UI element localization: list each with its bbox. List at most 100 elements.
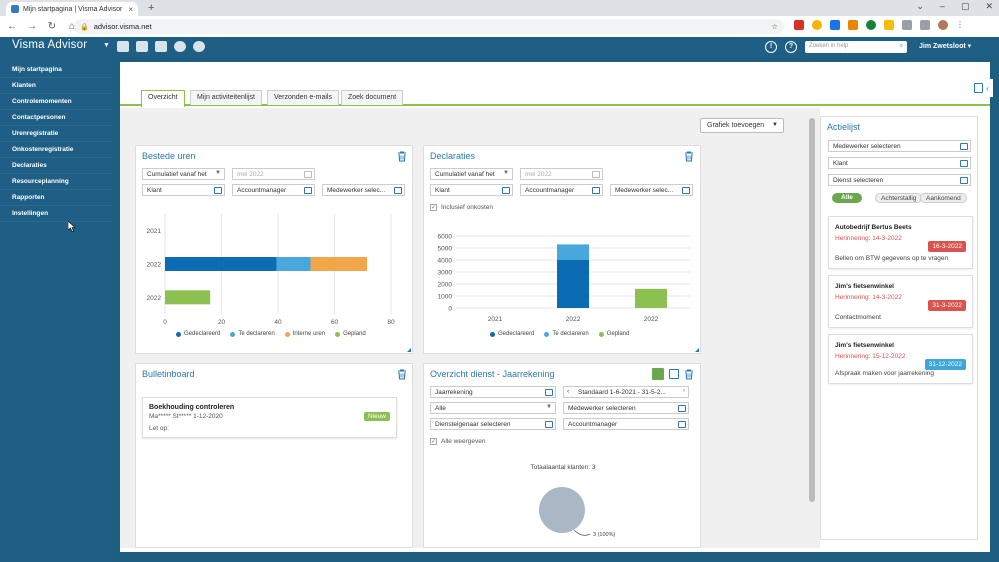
task-item[interactable]: Jim's fietsenwinkel Herinnering: 15-12-2… xyxy=(828,334,973,384)
close-window-icon[interactable]: ✕ xyxy=(985,1,993,12)
app-brand[interactable]: Visma Advisor xyxy=(12,39,87,51)
side-panel-toggle[interactable]: ‹ xyxy=(970,79,993,97)
bestede-uren-accountmanager-select[interactable]: Accountmanager xyxy=(232,184,315,196)
help-search-input[interactable]: Zoeken in help ⌕ xyxy=(805,41,907,53)
bestede-uren-period-select[interactable]: Cumulatief vanaf het ▼ xyxy=(142,168,225,180)
next-period-icon[interactable]: › xyxy=(683,388,685,394)
chrome-extension-icon[interactable] xyxy=(812,20,822,30)
trash-icon[interactable] xyxy=(684,151,694,162)
address-bar[interactable]: 🔒 advisor.visma.net ☆ xyxy=(74,19,784,34)
declaraties-date-input[interactable]: mei 2022 xyxy=(520,168,603,180)
sidebar-item-rapporten[interactable]: Rapporten xyxy=(0,190,112,206)
maximize-icon[interactable]: ▢ xyxy=(961,1,970,12)
brand-dropdown-icon[interactable]: ▼ xyxy=(103,42,110,49)
bestede-uren-klant-select[interactable]: Klant xyxy=(142,184,225,196)
task-item[interactable]: Jim's fietsenwinkel Herinnering: 14-3-20… xyxy=(828,275,973,328)
checkbox-box[interactable]: ✓ xyxy=(430,204,437,211)
declaraties-medewerker-select[interactable]: Medewerker selec... xyxy=(610,184,693,196)
sidebar-item-instellingen[interactable]: Instellingen xyxy=(0,206,112,222)
clock-icon[interactable] xyxy=(174,41,186,52)
sidebar-item-onkostenregistratie[interactable]: Onkostenregistratie xyxy=(0,142,112,158)
forward-icon[interactable]: → xyxy=(24,21,40,32)
sidebar-item-klanten[interactable]: Klanten xyxy=(0,78,112,94)
table-view-icon[interactable] xyxy=(669,369,679,379)
alert-icon[interactable]: ! xyxy=(765,41,777,53)
bulletin-item-body: Let op: xyxy=(149,425,169,432)
bar-chart-icon[interactable] xyxy=(652,368,664,380)
task-date-badge: 31-3-2022 xyxy=(928,300,966,311)
dienst-accountmanager-select[interactable]: Accountmanager xyxy=(563,418,689,430)
puzzle-icon[interactable] xyxy=(902,20,912,30)
sidepanel-icon[interactable] xyxy=(920,20,930,30)
inclusief-onkosten-checkbox[interactable]: ✓ Inclusief onkosten xyxy=(430,204,493,211)
chevron-down-icon[interactable]: ⌄ xyxy=(916,1,924,12)
mail-icon[interactable] xyxy=(117,41,129,52)
bookmark-star-icon[interactable]: ☆ xyxy=(771,22,778,31)
dienst-select[interactable]: Jaarrekening xyxy=(430,386,556,398)
vpn-extension-icon[interactable] xyxy=(830,20,840,30)
sidebar-item-declaraties[interactable]: Declaraties xyxy=(0,158,112,174)
resize-handle-icon[interactable] xyxy=(407,348,411,352)
trash-icon[interactable] xyxy=(684,369,694,380)
sidebar-item-urenregistratie[interactable]: Urenregistratie xyxy=(0,126,112,142)
document-icon[interactable] xyxy=(155,41,167,52)
visma-favicon-icon xyxy=(11,5,19,13)
prev-period-icon[interactable]: ‹ xyxy=(567,388,569,395)
bulletin-item[interactable]: Boekhouding controleren Ma***** St***** … xyxy=(142,397,397,438)
tab-overzicht[interactable]: Overzicht xyxy=(141,90,185,107)
lookup-icon xyxy=(960,177,968,184)
drive-extension-icon[interactable] xyxy=(884,20,894,30)
sidebar-item-resourceplanning[interactable]: Resourceplanning xyxy=(0,174,112,190)
sidebar-item-mijn-startpagina[interactable]: Mijn startpagina xyxy=(0,62,112,78)
tab-zoek-document[interactable]: Zoek document xyxy=(341,90,404,105)
help-icon[interactable]: ? xyxy=(785,41,797,53)
bestede-uren-medewerker-select[interactable]: Medewerker selec... xyxy=(322,184,405,196)
task-reminder: Herinnering: 15-12-2022 xyxy=(835,353,906,360)
sidebar-item-contactpersonen[interactable]: Contactpersonen xyxy=(0,110,112,126)
minimize-icon[interactable]: – xyxy=(940,1,945,12)
user-menu[interactable]: Jim Zwetsloot ▾ xyxy=(919,42,971,50)
filter-achterstallig[interactable]: Achterstallig xyxy=(875,193,923,203)
close-tab-icon[interactable]: × xyxy=(128,5,133,14)
checkbox-box[interactable]: ✓ xyxy=(430,438,437,445)
profile-avatar[interactable] xyxy=(938,20,948,30)
alle-weergeven-checkbox[interactable]: ✓ Alle weergeven xyxy=(430,438,485,445)
color-extension-icon[interactable] xyxy=(848,20,858,30)
search-icon[interactable]: ⌕ xyxy=(900,43,903,51)
declaraties-period-select[interactable]: Cumulatief vanaf het ▼ xyxy=(430,168,513,180)
grafiek-toevoegen-button[interactable]: Grafiek toevoegen ▼ xyxy=(700,118,784,133)
dienst-medewerker-label: Medewerker selecteren xyxy=(568,405,636,412)
chat-icon[interactable] xyxy=(136,41,148,52)
reload-icon[interactable]: ↻ xyxy=(44,21,60,32)
resize-handle-icon[interactable] xyxy=(695,348,699,352)
task-item[interactable]: Autobedrijf Bertus Beets Herinnering: 14… xyxy=(828,216,973,269)
sidebar-item-controlemomenten[interactable]: Controlemomenten xyxy=(0,94,112,110)
play-icon[interactable] xyxy=(193,41,205,52)
browser-tab[interactable]: Mijn startpagina | Visma Advisor × xyxy=(6,2,138,16)
more-menu-icon[interactable]: ⋮ xyxy=(956,20,966,30)
dashboard-scrollbar[interactable] xyxy=(809,118,815,502)
diensteigenaar-select[interactable]: Diensteigenaar selecteren xyxy=(430,418,556,430)
periode-select[interactable]: ‹ Standaard 1-6-2021 - 31-5-2... › xyxy=(563,386,689,398)
dienst-medewerker-select[interactable]: Medewerker selecteren xyxy=(563,402,689,414)
actielijst-klant-select[interactable]: Klant xyxy=(828,157,971,169)
legend-dot-icon xyxy=(176,331,181,337)
bestede-uren-date-input[interactable]: mei 2022 xyxy=(232,168,315,180)
actielijst-medewerker-select[interactable]: Medewerker selecteren xyxy=(828,140,971,152)
trash-icon[interactable] xyxy=(397,369,407,380)
tab-mijn-activiteitenlijst[interactable]: Mijn activiteitenlijst xyxy=(190,90,262,105)
green-extension-icon[interactable] xyxy=(866,20,876,30)
status-select[interactable]: Alle ▼ xyxy=(430,402,556,414)
trash-icon[interactable] xyxy=(397,151,407,162)
bestede-uren-chart: 0 20 40 60 80 2021 2022 2022 xyxy=(147,214,395,326)
tab-verzonden-emails[interactable]: Verzonden e-mails xyxy=(267,90,339,105)
declaraties-klant-select[interactable]: Klant xyxy=(430,184,513,196)
back-icon[interactable]: ← xyxy=(4,21,20,32)
actielijst-dienst-select[interactable]: Dienst selecteren xyxy=(828,174,971,186)
gmail-extension-icon[interactable] xyxy=(794,20,804,30)
filter-alle[interactable]: Alle xyxy=(832,193,862,203)
declaraties-accountmanager-select[interactable]: Accountmanager xyxy=(520,184,603,196)
chevron-down-icon: ▼ xyxy=(772,122,778,128)
new-tab-icon[interactable]: + xyxy=(148,2,154,14)
filter-aankomend[interactable]: Aankomend xyxy=(920,193,967,203)
